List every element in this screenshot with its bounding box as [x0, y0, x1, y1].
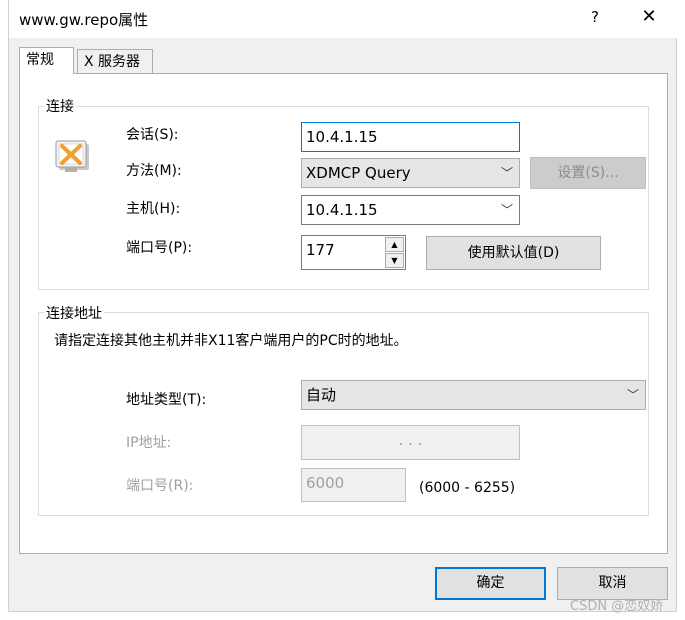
tab-x-server[interactable]: X 服务器: [77, 49, 153, 73]
method-select-value: XDMCP Query: [306, 164, 411, 182]
method-select[interactable]: XDMCP Query ﹀: [301, 158, 520, 188]
address-port-label: 端口号(R):: [126, 478, 194, 494]
xmanager-x-icon: [53, 138, 93, 178]
ok-button[interactable]: 确定: [435, 567, 546, 600]
use-default-button[interactable]: 使用默认值(D): [426, 236, 601, 270]
method-label: 方法(M):: [126, 163, 182, 179]
address-type-select[interactable]: 自动 ﹀: [301, 380, 646, 410]
address-type-value: 自动: [306, 386, 337, 404]
port-up-icon[interactable]: ▲: [385, 237, 404, 252]
watermark: CSDN @恋奴娇: [570, 599, 664, 614]
properties-dialog: www.gw.repo属性 ? ✕ 常规 X 服务器 连接 会话(S): 10.…: [8, 0, 678, 614]
session-input[interactable]: 10.4.1.15: [301, 122, 520, 152]
ip-address-label: IP地址:: [126, 435, 172, 451]
host-combobox[interactable]: 10.4.1.15 ﹀: [301, 195, 520, 225]
port-label: 端口号(P):: [126, 240, 193, 256]
host-combobox-value: 10.4.1.15: [306, 201, 378, 219]
window-title: www.gw.repo属性: [19, 11, 149, 29]
tab-panel-general: 连接 会话(S): 10.4.1.15 方法(M): XDMCP Query ﹀…: [19, 73, 668, 554]
host-label: 主机(H):: [126, 201, 181, 217]
port-range-hint: (6000 - 6255): [419, 480, 516, 496]
settings-button[interactable]: 设置(S)...: [530, 157, 646, 189]
address-description: 请指定连接其他主机并非X11客户端用户的PC时的地址。: [54, 333, 408, 349]
address-type-label: 地址类型(T):: [126, 392, 207, 408]
close-button[interactable]: ✕: [637, 6, 661, 27]
chevron-down-icon: ﹀: [626, 388, 639, 402]
connection-group-title: 连接: [44, 96, 76, 116]
address-port-input[interactable]: 6000: [301, 468, 406, 502]
chevron-down-icon: ﹀: [500, 166, 513, 180]
port-down-icon[interactable]: ▼: [385, 253, 404, 268]
session-label: 会话(S):: [126, 127, 179, 143]
tab-general[interactable]: 常规: [19, 47, 74, 74]
help-button[interactable]: ?: [585, 8, 605, 26]
chevron-down-icon: ﹀: [500, 203, 513, 217]
port-input-value: 177: [306, 241, 335, 259]
address-group-title: 连接地址: [44, 303, 104, 323]
title-bar: www.gw.repo属性 ? ✕: [9, 0, 678, 38]
ip-address-input[interactable]: . . .: [301, 425, 520, 460]
